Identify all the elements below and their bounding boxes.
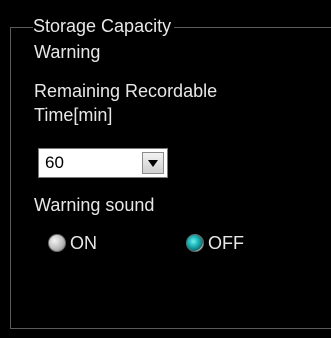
warning-sound-on-radio[interactable]: ON <box>48 232 128 256</box>
radio-off-label: OFF <box>208 233 244 253</box>
remaining-time-value: 60 <box>45 153 64 172</box>
warning-sound-label: Warning sound <box>34 195 155 215</box>
remaining-time-label: Remaining Recordable <box>34 81 218 101</box>
storage-capacity-warning-panel: Storage Capacity Warning Remaining Recor… <box>0 0 331 338</box>
chevron-down-icon[interactable] <box>142 152 164 174</box>
groupbox-title-warning: Warning <box>34 42 101 62</box>
groupbox-title: Storage Capacity <box>33 15 175 37</box>
remaining-time-select[interactable]: 60 <box>38 148 168 178</box>
radio-unchecked-icon <box>48 234 66 252</box>
remaining-time-unit-label: Time[min] <box>34 105 113 125</box>
storage-capacity-groupbox <box>10 27 331 329</box>
radio-on-label: ON <box>70 233 97 253</box>
radio-checked-icon <box>186 234 204 252</box>
warning-sound-off-radio[interactable]: OFF <box>186 232 276 256</box>
